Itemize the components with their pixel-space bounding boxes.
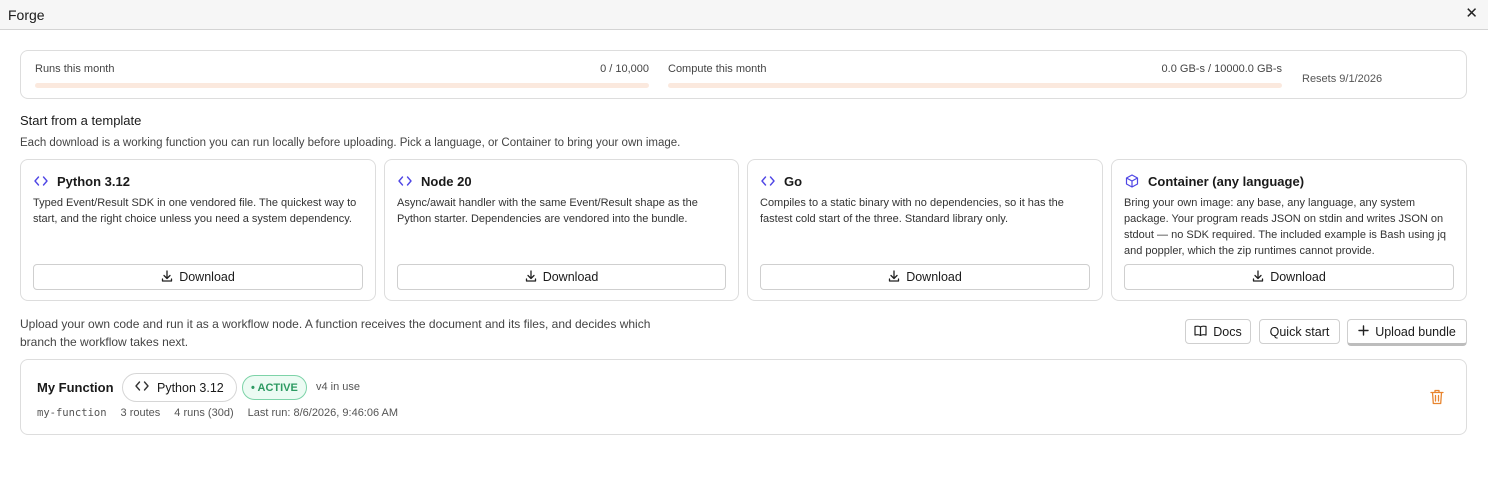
runtime-badge: Python 3.12 — [122, 373, 237, 402]
template-description: Bring your own image: any base, any lang… — [1124, 197, 1447, 257]
version-label: v4 in use — [316, 381, 361, 393]
download-button-container[interactable]: Download — [1124, 264, 1454, 290]
download-icon — [161, 269, 173, 285]
function-meta: my-function 3 routes 4 runs (30d) Last r… — [37, 407, 398, 419]
function-row[interactable]: My Function Python 3.12 • ACTIVE v4 in u… — [20, 359, 1467, 435]
download-label: Download — [906, 270, 962, 284]
upload-description: Upload your own code and run it as a wor… — [20, 317, 651, 349]
download-button-node[interactable]: Download — [397, 264, 726, 290]
template-name: Container (any language) — [1148, 173, 1305, 189]
compute-label: Compute this month — [668, 63, 767, 75]
templates-subtitle: Each download is a working function you … — [20, 137, 681, 149]
download-icon — [888, 269, 900, 285]
template-name: Python 3.12 — [57, 173, 130, 189]
window-title: Forge — [8, 7, 45, 23]
template-card-container: Container (any language) Bring your own … — [1111, 159, 1467, 301]
resets-date: Resets 9/1/2026 — [1302, 73, 1383, 85]
template-name: Go — [784, 173, 803, 189]
usage-panel: Runs this month 0 / 10,000 Compute this … — [20, 50, 1467, 99]
download-label: Download — [542, 270, 599, 284]
template-description: Typed Event/Result SDK in one vendored f… — [33, 197, 357, 225]
runs-progress-bar — [35, 83, 649, 88]
status-badge: • ACTIVE — [242, 375, 307, 400]
download-button-go[interactable]: Download — [760, 264, 1090, 290]
runs-count: 4 runs (30d) — [174, 407, 234, 419]
plus-icon — [1358, 324, 1369, 339]
last-run: Last run: 8/6/2026, 9:46:06 AM — [247, 407, 399, 419]
download-label: Download — [1270, 270, 1326, 284]
compute-value: 0.0 GB-s / 10000.0 GB-s — [1161, 63, 1282, 75]
runtime-label: Python 3.12 — [157, 380, 224, 395]
template-description: Async/await handler with the same Event/… — [397, 197, 698, 225]
template-description: Compiles to a static binary with no depe… — [760, 197, 1064, 225]
template-card-node: Node 20 Async/await handler with the sam… — [384, 159, 739, 301]
quick-start-label: Quick start — [1269, 324, 1330, 339]
code-icon — [135, 380, 149, 395]
templates-title: Start from a template — [20, 113, 142, 128]
quick-start-button[interactable]: Quick start — [1259, 319, 1340, 344]
download-label: Download — [179, 270, 235, 284]
upload-bundle-label: Upload bundle — [1375, 324, 1456, 339]
routes-count: 3 routes — [120, 407, 161, 419]
compute-progress-bar — [668, 83, 1282, 88]
close-icon[interactable]: ✕ — [1465, 5, 1478, 23]
code-icon — [33, 173, 49, 189]
function-slug: my-function — [37, 407, 107, 419]
template-name: Node 20 — [421, 173, 472, 189]
template-card-go: Go Compiles to a static binary with no d… — [747, 159, 1103, 301]
download-button-python[interactable]: Download — [33, 264, 363, 290]
docs-button[interactable]: Docs — [1185, 319, 1251, 344]
title-bar: Forge ✕ — [0, 0, 1488, 30]
code-icon — [760, 173, 776, 189]
docs-label: Docs — [1213, 324, 1242, 339]
book-icon — [1194, 325, 1207, 339]
runs-label: Runs this month — [35, 63, 115, 75]
box-icon — [1124, 173, 1140, 189]
code-icon — [397, 173, 413, 189]
download-icon — [1252, 269, 1264, 285]
trash-icon[interactable] — [1430, 389, 1444, 405]
function-name: My Function — [37, 380, 114, 395]
download-icon — [525, 269, 537, 285]
template-card-python: Python 3.12 Typed Event/Result SDK in on… — [20, 159, 376, 301]
upload-bundle-button[interactable]: Upload bundle — [1347, 319, 1467, 346]
runs-value: 0 / 10,000 — [600, 63, 649, 75]
